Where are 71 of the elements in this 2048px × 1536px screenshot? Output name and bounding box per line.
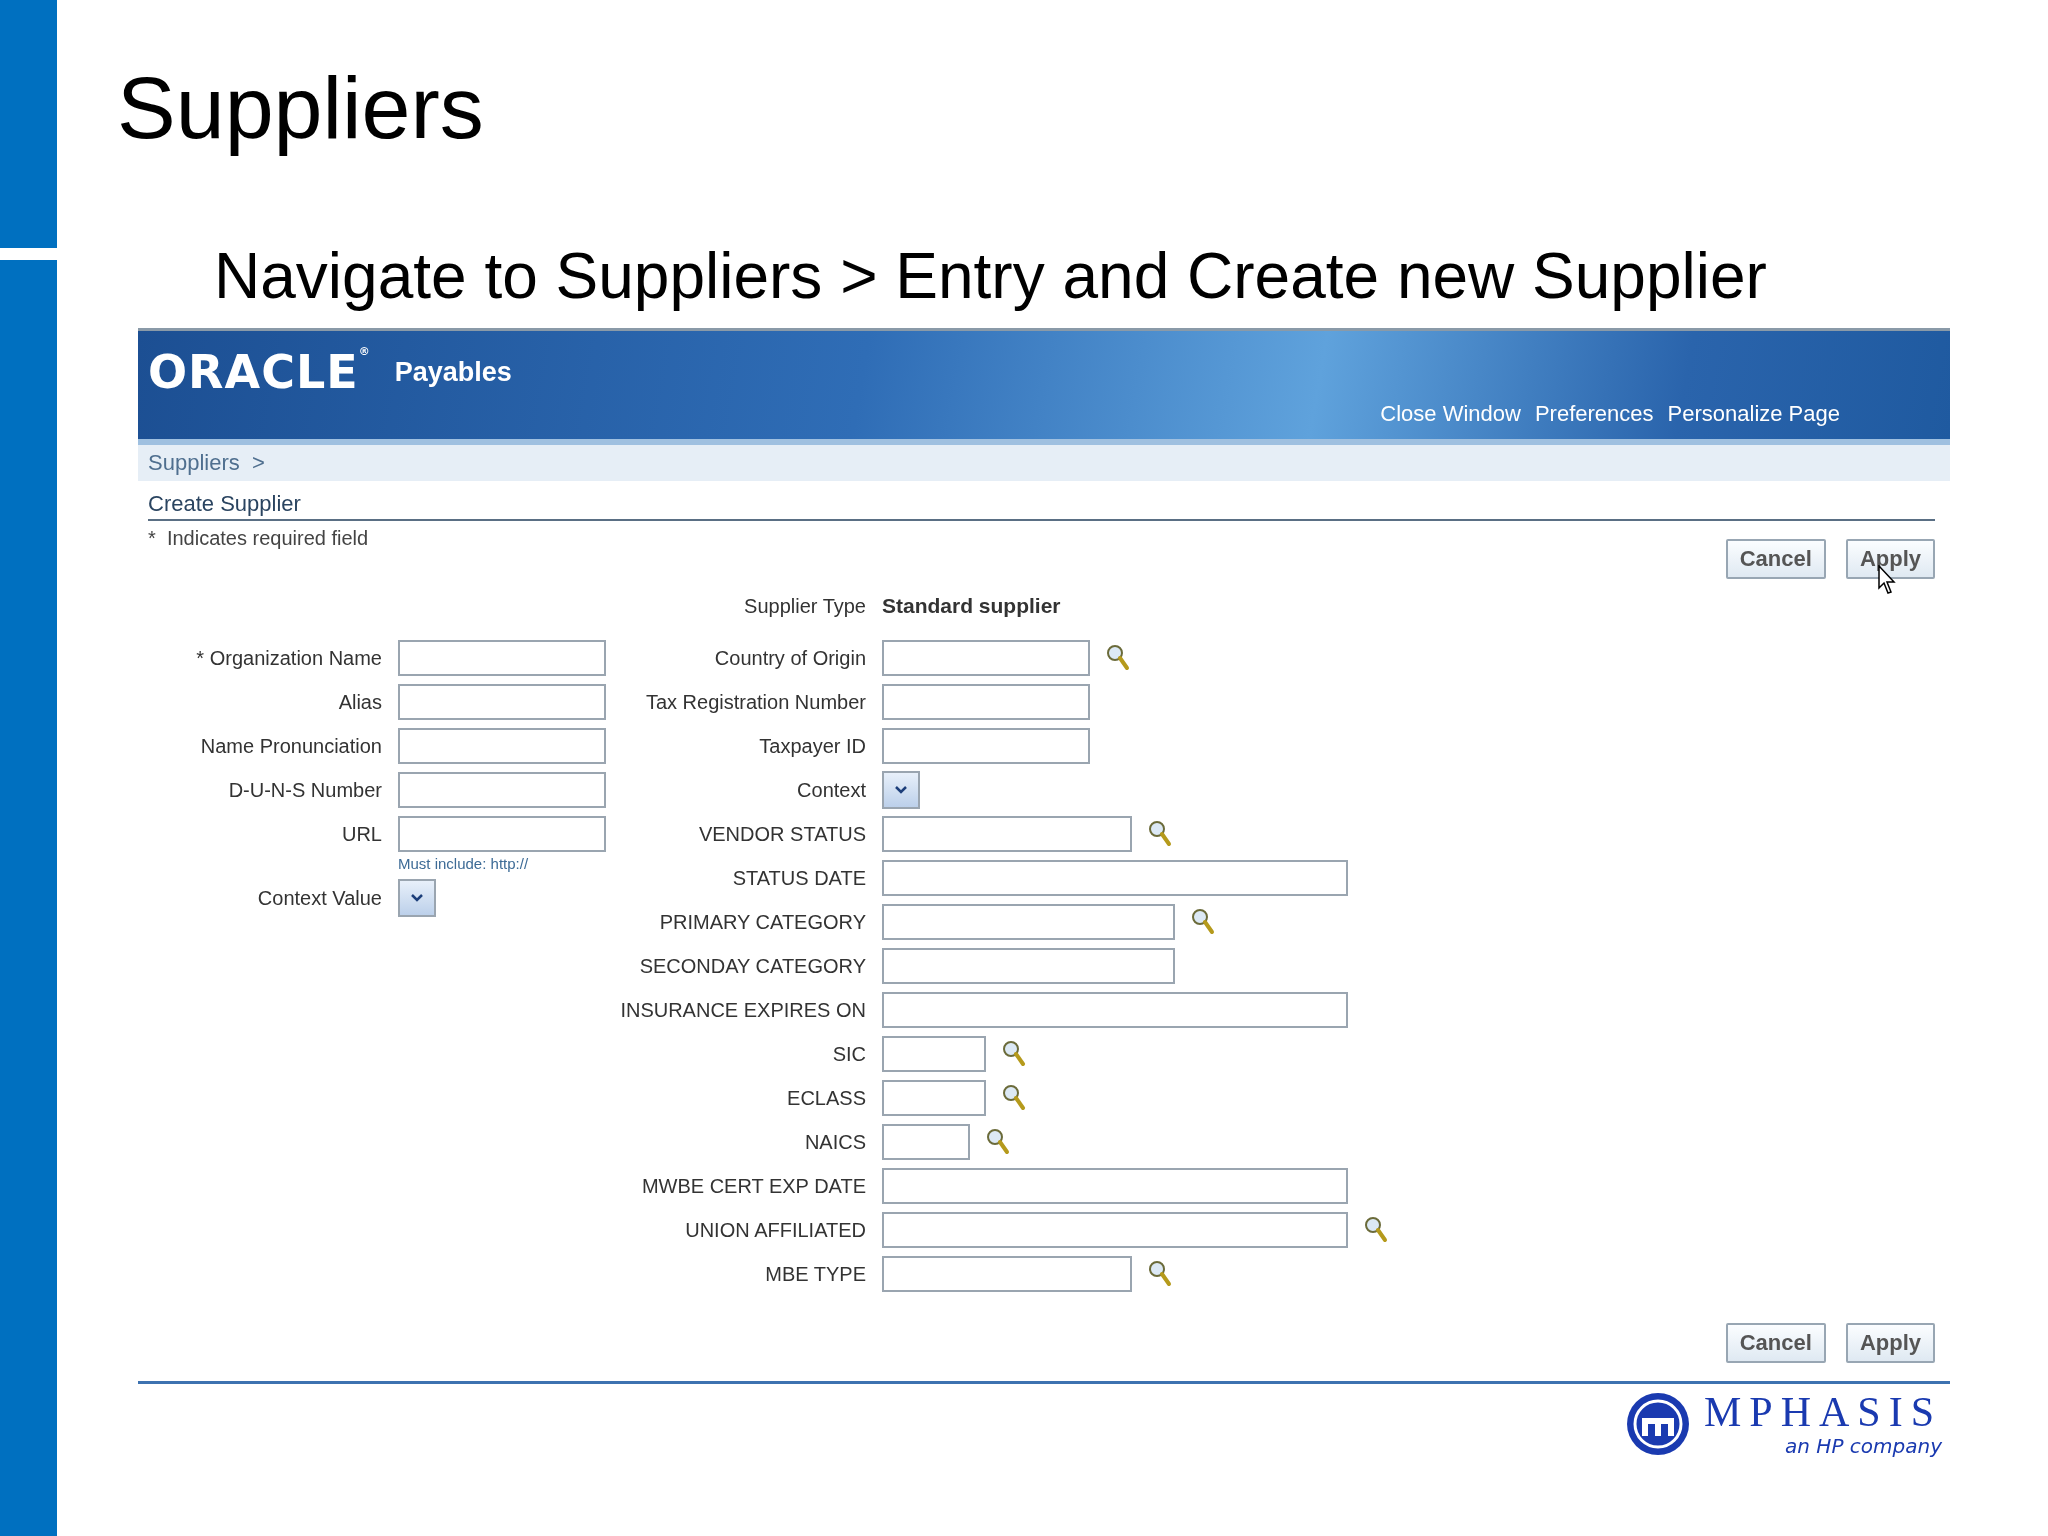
field-label: Tax Registration Number	[644, 690, 866, 714]
input-field[interactable]	[882, 1036, 986, 1072]
company-logo-icon	[1625, 1392, 1690, 1456]
input-field[interactable]	[882, 728, 1090, 764]
search-icon[interactable]	[1002, 1084, 1026, 1112]
input-field[interactable]	[882, 816, 1132, 852]
input-field[interactable]	[882, 1212, 1348, 1248]
field-label: Country of Origin	[713, 646, 866, 670]
input-field[interactable]	[882, 948, 1175, 984]
dropdown[interactable]	[398, 879, 436, 917]
header-link[interactable]: Preferences	[1534, 401, 1654, 427]
input-field[interactable]	[882, 684, 1090, 720]
header-link[interactable]: Close Window	[1380, 401, 1521, 427]
field-label: MWBE CERT EXP DATE	[640, 1174, 866, 1198]
search-icon[interactable]	[1106, 644, 1130, 672]
oracle-logo: ORACLE$^{®}$	[148, 345, 371, 399]
action-button[interactable]: Apply	[1845, 1323, 1935, 1363]
field-label: Alias	[337, 690, 382, 714]
page-heading: Create Supplier	[148, 491, 1935, 521]
action-button[interactable]: Cancel	[1725, 539, 1826, 579]
input-field[interactable]	[882, 1168, 1348, 1204]
field-label: SIC	[831, 1042, 866, 1066]
input-field[interactable]	[882, 1080, 986, 1116]
search-icon[interactable]	[1148, 1260, 1172, 1288]
field-label: Supplier Type	[743, 594, 866, 618]
company-name: MPHASIS	[1703, 1390, 1942, 1434]
caret-icon	[410, 893, 424, 903]
field-label: VENDOR STATUS	[697, 822, 866, 846]
field-label: INSURANCE EXPIRES ON	[619, 998, 866, 1022]
field-label: SECONDAY CATEGORY	[638, 954, 866, 978]
product-name: Payables	[394, 356, 512, 388]
field-label: Name Pronunciation	[199, 734, 382, 758]
input-field[interactable]	[398, 728, 606, 764]
field-label: D-U-N-S Number	[227, 778, 382, 802]
field-hint: Must include: http://	[398, 855, 529, 872]
field-label: UNION AFFILIATED	[684, 1218, 866, 1242]
dropdown[interactable]	[882, 771, 920, 809]
input-field[interactable]	[398, 684, 606, 720]
header-link[interactable]: Personalize Page	[1667, 401, 1840, 427]
field-label: NAICS	[803, 1130, 866, 1154]
slide-subtitle: Navigate to Suppliers > Entry and Create new Supplier	[214, 239, 1767, 314]
input-field[interactable]	[398, 816, 606, 852]
search-icon[interactable]	[1364, 1216, 1388, 1244]
breadcrumb-link[interactable]: Suppliers >	[148, 450, 265, 476]
required-note: * Indicates required field	[148, 527, 369, 550]
search-icon[interactable]	[1191, 908, 1215, 936]
company-tagline: an HP company	[1785, 1434, 1942, 1458]
slide-title: Suppliers	[117, 58, 484, 158]
field-label: ECLASS	[786, 1086, 866, 1110]
field-label: * Organization Name	[195, 646, 382, 670]
field-value: Standard supplier	[882, 594, 1061, 618]
action-button[interactable]: Cancel	[1725, 1323, 1826, 1363]
field-label: STATUS DATE	[731, 866, 866, 890]
field-label: MBE TYPE	[764, 1262, 866, 1286]
input-field[interactable]	[882, 1256, 1132, 1292]
field-label: PRIMARY CATEGORY	[658, 910, 866, 934]
field-label: Context	[796, 778, 866, 802]
search-icon[interactable]	[1002, 1040, 1026, 1068]
input-field[interactable]	[882, 1124, 970, 1160]
input-field[interactable]	[882, 860, 1348, 896]
input-field[interactable]	[882, 640, 1090, 676]
field-label: URL	[341, 822, 382, 846]
input-field[interactable]	[882, 904, 1175, 940]
input-field[interactable]	[398, 640, 606, 676]
search-icon[interactable]	[986, 1128, 1010, 1156]
input-field[interactable]	[398, 772, 606, 808]
caret-icon	[894, 785, 908, 795]
input-field[interactable]	[882, 992, 1348, 1028]
field-label: Taxpayer ID	[758, 734, 866, 758]
search-icon[interactable]	[1148, 820, 1172, 848]
field-label: Context Value	[256, 886, 382, 910]
